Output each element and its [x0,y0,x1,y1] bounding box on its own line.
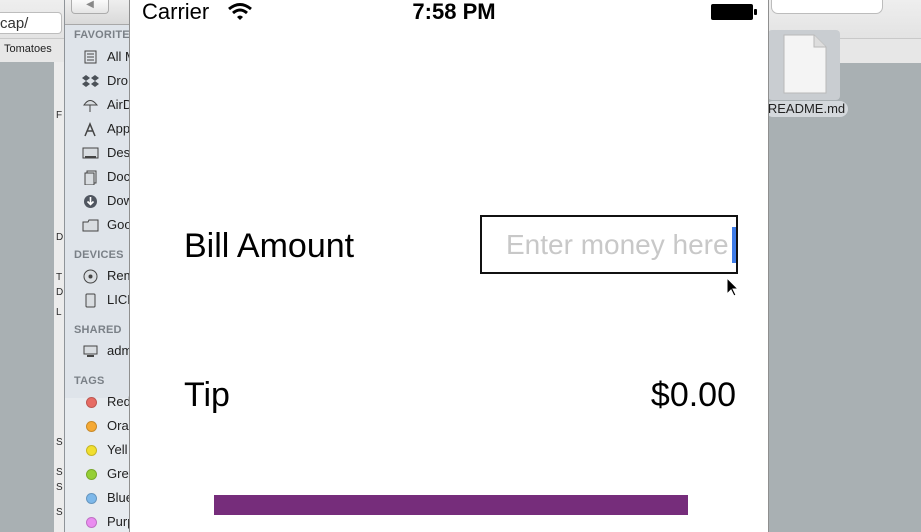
sidebar-item-label: Goo [107,217,132,232]
folder-icon [82,219,99,232]
downloads-icon [84,195,97,208]
desktop: cap/ Tomatoes F D T D L S S S S ◀ FAVORI… [0,0,921,532]
browser-search-field[interactable] [771,0,883,14]
sidebar-item-label: Ora [107,418,129,433]
sidebar-item-label: App [107,121,131,136]
text-caret [732,227,736,263]
yellow-tag-icon [86,445,97,456]
sidebar-item-label: Des [107,145,131,160]
devices-header: DEVICES [74,249,124,261]
sidebar-item-label: Yell [107,442,128,457]
tags-header: TAGS [74,375,105,387]
status-bar: Carrier 7:58 PM [130,0,768,26]
dropbox-icon [82,75,99,87]
tip-percentage-control[interactable] [214,495,688,515]
status-time: 7:58 PM [412,0,496,24]
iphone-simulator-screen: Carrier 7:58 PM Bill Amount Tip $0.00 [129,0,769,532]
sidebar-item-label: Doc [107,169,131,184]
documents-icon [84,170,97,185]
computer-icon [83,345,98,357]
favorites-header: FAVORITES [74,29,138,41]
wifi-icon [228,3,252,20]
tip-label: Tip [184,376,230,414]
sidebar-item-label: Dro [107,73,128,88]
mouse-pointer-icon [726,277,740,297]
tip-value: $0.00 [650,376,736,414]
sidebar-item-label: Red [107,394,131,409]
applications-icon [84,122,96,137]
green-tag-icon [86,469,97,480]
sidebar-item-label: Gre [107,466,129,481]
purple-tag-icon [86,517,97,528]
orange-tag-icon [86,421,97,432]
carrier-label: Carrier [142,0,210,24]
document-icon [783,34,827,94]
airdrop-icon [83,100,99,112]
bill-amount-field[interactable] [480,215,738,274]
readme-file-label[interactable]: README.md [765,101,848,117]
remote-disc-icon [83,269,98,284]
bill-amount-label: Bill Amount [184,227,355,265]
battery-icon [711,4,757,20]
browser-url-field[interactable]: cap/ [0,12,62,34]
bookmark-tomatoes[interactable]: Tomatoes [4,43,52,55]
all-my-files-icon [84,50,97,64]
back-button[interactable]: ◀ [71,0,109,14]
drive-icon [85,293,96,308]
blue-tag-icon [86,493,97,504]
bill-amount-input[interactable] [506,227,734,263]
desktop-icon [82,147,99,159]
red-tag-icon [86,397,97,408]
shared-header: SHARED [74,324,122,336]
